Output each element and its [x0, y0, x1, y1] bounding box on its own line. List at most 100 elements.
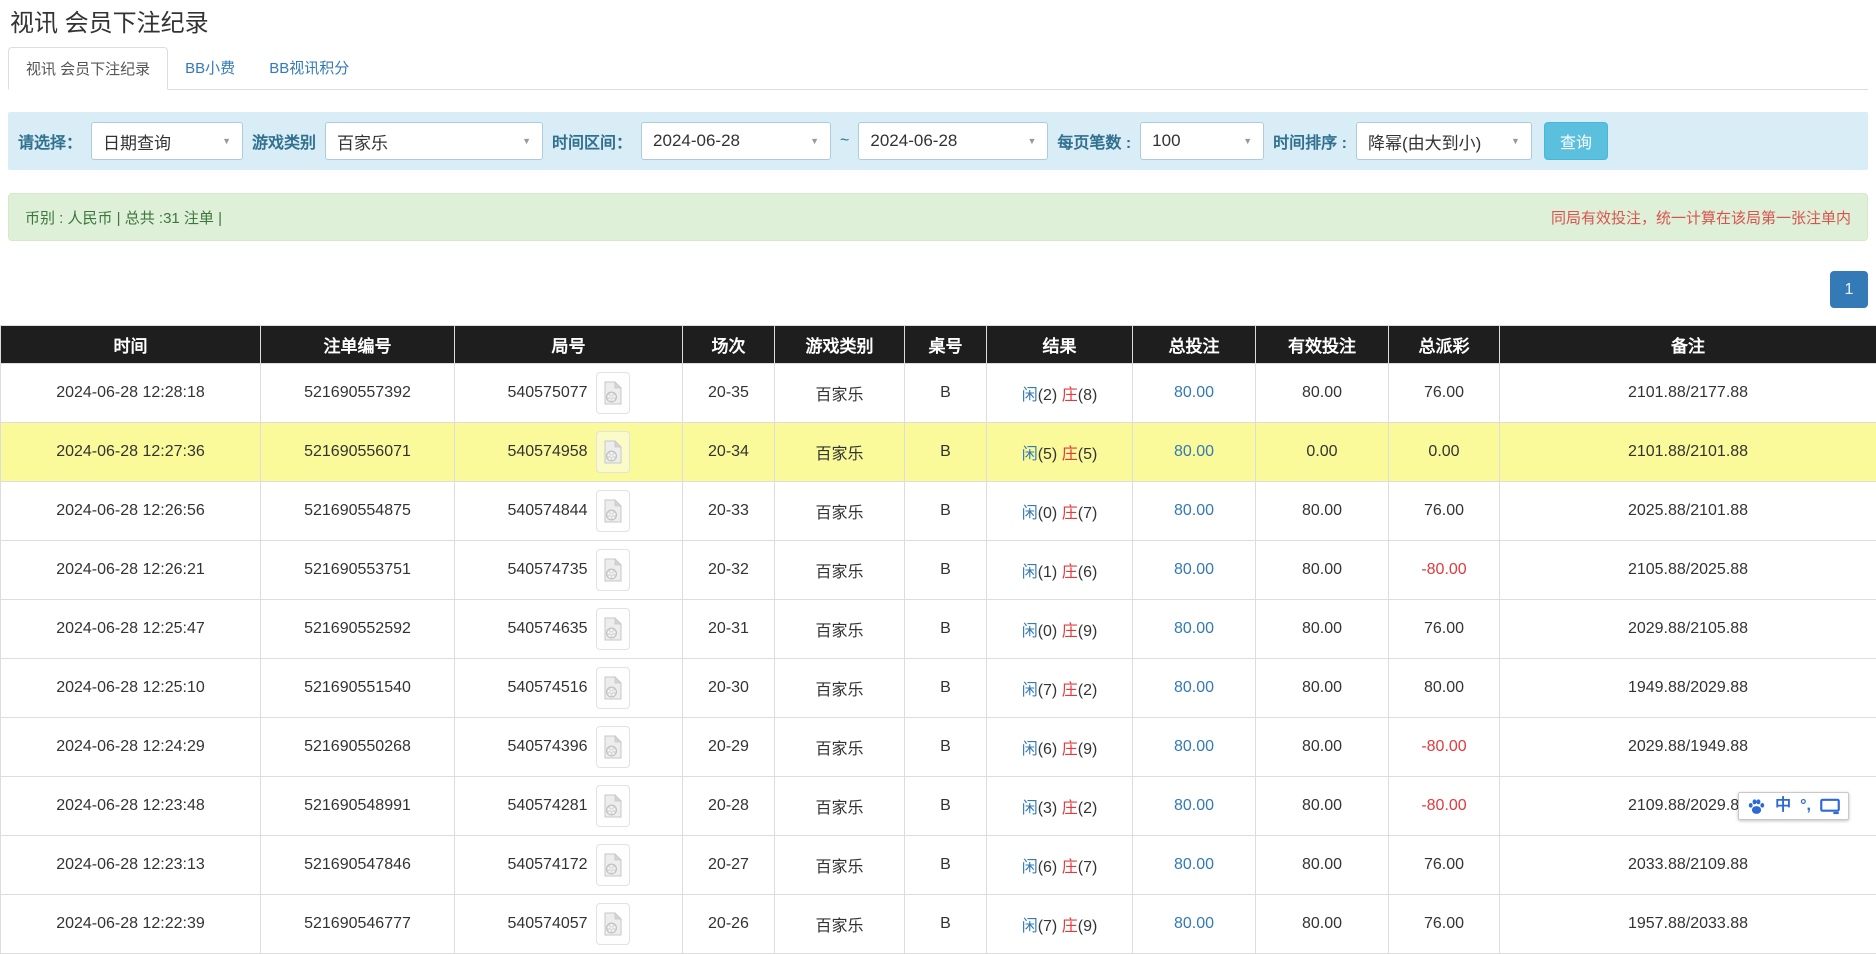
column-header-remark: 备注: [1500, 326, 1876, 364]
bet-slip-video-icon[interactable]: [596, 490, 630, 532]
cell-bet-id: 521690550268: [261, 718, 455, 777]
cell-valid-bet: 0.00: [1256, 423, 1389, 482]
game-type-value: 百家乐: [337, 129, 388, 154]
total-bet-link[interactable]: 80.00: [1174, 443, 1214, 460]
total-bet-link[interactable]: 80.00: [1174, 738, 1214, 755]
cell-game-type: 百家乐: [775, 836, 905, 895]
punctuation-mode-icon[interactable]: °,: [1800, 797, 1811, 815]
cell-game-type: 百家乐: [775, 777, 905, 836]
column-header-time: 时间: [1, 326, 261, 364]
bet-slip-video-icon[interactable]: [596, 549, 630, 591]
cell-valid-bet: 80.00: [1256, 600, 1389, 659]
window-icon[interactable]: [1820, 798, 1840, 815]
paw-icon[interactable]: [1747, 798, 1766, 815]
cell-result: 闲(7) 庄(2): [987, 659, 1133, 718]
cell-payout: 76.00: [1389, 836, 1500, 895]
date-to-select[interactable]: 2024-06-28 ▼: [858, 122, 1048, 160]
total-bet-link[interactable]: 80.00: [1174, 856, 1214, 873]
cell-session: 20-28: [683, 777, 775, 836]
round-id-value: 540574057: [507, 915, 587, 933]
sort-order-label: 时间排序 :: [1273, 129, 1347, 153]
result-banker-label: 庄: [1062, 387, 1078, 404]
bet-slip-video-icon[interactable]: [596, 726, 630, 768]
date-from-select[interactable]: 2024-06-28 ▼: [641, 122, 831, 160]
total-bet-link[interactable]: 80.00: [1174, 620, 1214, 637]
page-title: 视讯 会员下注纪录: [10, 9, 1876, 39]
result-banker-count: (9): [1078, 918, 1098, 935]
bet-slip-video-icon[interactable]: [596, 785, 630, 827]
cell-table-no: B: [905, 659, 987, 718]
result-banker-label: 庄: [1062, 800, 1078, 817]
tab-betting-records[interactable]: 视讯 会员下注纪录: [8, 47, 168, 90]
chevron-down-icon: ▼: [1027, 136, 1036, 146]
cell-game-type: 百家乐: [775, 659, 905, 718]
chinese-mode-icon[interactable]: 中: [1775, 797, 1791, 815]
sort-order-select[interactable]: 降幂(由大到小) ▼: [1356, 122, 1532, 160]
cell-result: 闲(7) 庄(9): [987, 895, 1133, 954]
bet-slip-video-icon[interactable]: [596, 903, 630, 945]
cell-time: 2024-06-28 12:26:56: [1, 482, 261, 541]
remark-value: 2033.88/2109.88: [1628, 856, 1748, 873]
result-banker-label: 庄: [1062, 741, 1078, 758]
bet-slip-video-icon[interactable]: [596, 431, 630, 473]
cell-bet-id: 521690553751: [261, 541, 455, 600]
cell-table-no: B: [905, 836, 987, 895]
result-banker-count: (8): [1078, 387, 1098, 404]
tab-bb-tips[interactable]: BB小费: [168, 47, 252, 90]
table-row: 2024-06-28 12:25:47521690552592540574635…: [1, 600, 1876, 659]
result-banker-label: 庄: [1062, 446, 1078, 463]
cell-bet-id: 521690548991: [261, 777, 455, 836]
cell-total-bet: 80.00: [1133, 836, 1256, 895]
result-player-count: (5): [1038, 446, 1058, 463]
chevron-down-icon: ▼: [810, 136, 819, 146]
result-banker-count: (9): [1078, 623, 1098, 640]
round-id-value: 540574396: [507, 738, 587, 756]
search-button[interactable]: 查询: [1544, 122, 1608, 160]
cell-session: 20-32: [683, 541, 775, 600]
date-to-value: 2024-06-28: [870, 131, 957, 151]
query-type-select[interactable]: 日期查询 ▼: [91, 122, 243, 160]
cell-round-id: 540574958: [455, 423, 683, 482]
cell-table-no: B: [905, 600, 987, 659]
cell-bet-id: 521690552592: [261, 600, 455, 659]
bet-slip-video-icon[interactable]: [596, 372, 630, 414]
result-player-count: (2): [1038, 387, 1058, 404]
bet-slip-video-icon[interactable]: [596, 844, 630, 886]
total-bet-link[interactable]: 80.00: [1174, 561, 1214, 578]
cell-game-type: 百家乐: [775, 541, 905, 600]
cell-valid-bet: 80.00: [1256, 659, 1389, 718]
cell-payout: 76.00: [1389, 364, 1500, 423]
total-bet-link[interactable]: 80.00: [1174, 384, 1214, 401]
cell-payout: 76.00: [1389, 600, 1500, 659]
cell-table-no: B: [905, 364, 987, 423]
result-player-count: (0): [1038, 623, 1058, 640]
ime-toolbar[interactable]: 中 °,: [1738, 792, 1849, 820]
total-bet-link[interactable]: 80.00: [1174, 797, 1214, 814]
sort-order-value: 降幂(由大到小): [1368, 129, 1481, 154]
cell-session: 20-27: [683, 836, 775, 895]
cell-round-id: 540574396: [455, 718, 683, 777]
table-row: 2024-06-28 12:25:10521690551540540574516…: [1, 659, 1876, 718]
total-bet-link[interactable]: 80.00: [1174, 502, 1214, 519]
bet-slip-video-icon[interactable]: [596, 667, 630, 709]
remark-value: 2101.88/2177.88: [1628, 384, 1748, 401]
result-player-label: 闲: [1022, 741, 1038, 758]
total-bet-link[interactable]: 80.00: [1174, 679, 1214, 696]
column-header-table-no: 桌号: [905, 326, 987, 364]
round-id-value: 540574844: [507, 502, 587, 520]
cell-payout: -80.00: [1389, 718, 1500, 777]
page-button-1[interactable]: 1: [1830, 271, 1868, 308]
remark-value: 2029.88/2105.88: [1628, 620, 1748, 637]
page-size-select[interactable]: 100 ▼: [1140, 122, 1264, 160]
tab-bb-video-points[interactable]: BB视讯积分: [252, 47, 366, 90]
total-bet-link[interactable]: 80.00: [1174, 915, 1214, 932]
game-type-select[interactable]: 百家乐 ▼: [325, 122, 543, 160]
bet-slip-video-icon[interactable]: [596, 608, 630, 650]
table-row: 2024-06-28 12:26:56521690554875540574844…: [1, 482, 1876, 541]
table-row: 2024-06-28 12:23:13521690547846540574172…: [1, 836, 1876, 895]
cell-result: 闲(3) 庄(2): [987, 777, 1133, 836]
result-player-label: 闲: [1022, 505, 1038, 522]
cell-game-type: 百家乐: [775, 482, 905, 541]
chevron-down-icon: ▼: [1243, 136, 1252, 146]
cell-time: 2024-06-28 12:25:10: [1, 659, 261, 718]
